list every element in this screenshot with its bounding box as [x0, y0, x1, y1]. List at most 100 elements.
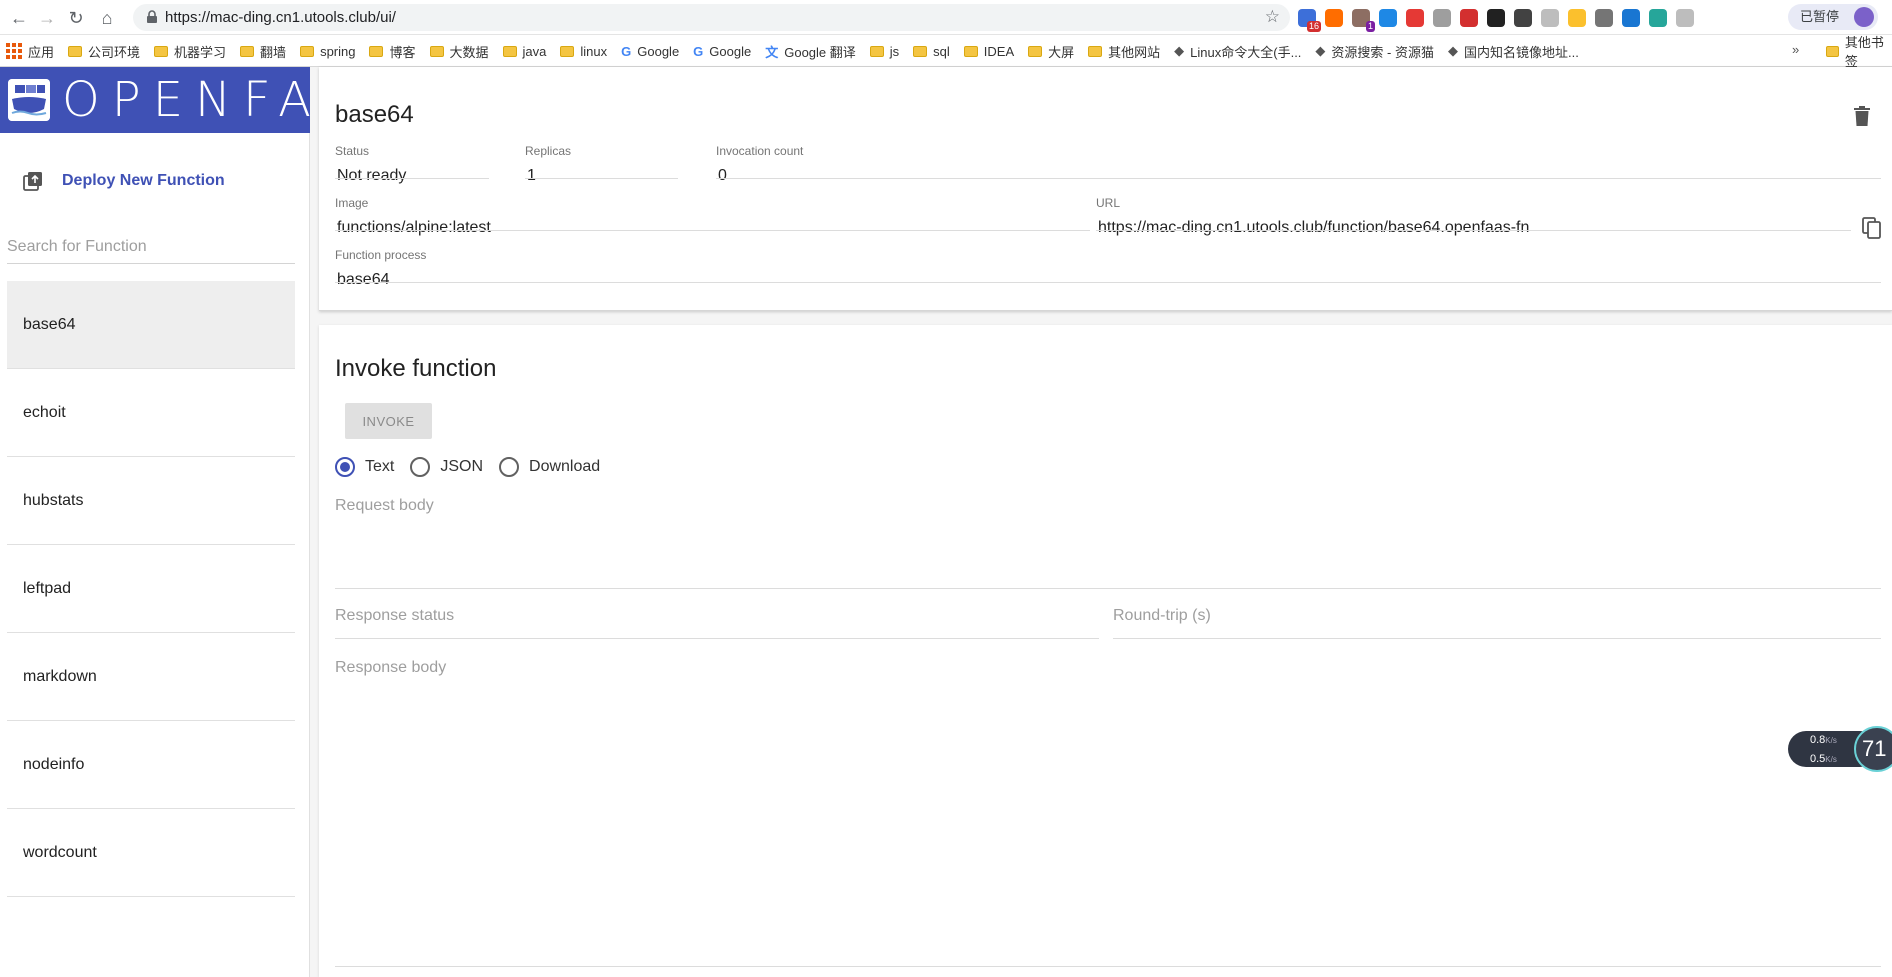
deploy-new-function-button[interactable]: Deploy New Function [22, 163, 225, 199]
bookmarks-overflow-button[interactable]: » [1792, 42, 1799, 57]
bookmark-item[interactable]: G Google [693, 44, 751, 59]
response-body-field: Response body [335, 659, 1881, 967]
bookmark-item[interactable]: 文 Google 翻译 [765, 42, 856, 61]
round-trip-field: Round-trip (s) [1113, 607, 1881, 639]
folder-icon [154, 45, 169, 57]
function-list-item[interactable]: leftpad [7, 545, 295, 633]
address-bar[interactable]: https://mac-ding.cn1.utools.club/ui/ ☆ [133, 4, 1290, 31]
extension-y-icon[interactable] [1568, 9, 1586, 27]
extension-pin-icon[interactable] [1541, 9, 1559, 27]
bookmark-label: 国内知名镜像地址... [1463, 44, 1579, 60]
extension-shield-icon[interactable] [1622, 9, 1640, 27]
extension-dark-icon[interactable] [1487, 9, 1505, 27]
bookmark-item[interactable]: linux [560, 44, 607, 59]
folder-icon [560, 45, 575, 57]
folder-icon [913, 45, 928, 57]
bookmark-star-icon[interactable]: ☆ [1265, 7, 1280, 27]
function-list-item[interactable]: nodeinfo [7, 721, 295, 809]
folder-icon [300, 45, 315, 57]
bookmark-item[interactable]: 大数据 [429, 42, 489, 61]
bookmark-label: js [889, 43, 900, 59]
other-bookmarks-label: 其他书签 [1844, 35, 1884, 69]
bookmark-label: 资源搜索 - 资源猫 [1331, 44, 1434, 60]
upload-unit: K/s [1825, 736, 1837, 745]
function-list-item[interactable]: wordcount [7, 809, 295, 897]
radio-circle-icon[interactable] [335, 457, 355, 477]
function-list-item[interactable]: markdown [7, 633, 295, 721]
extension-glasses-icon[interactable] [1514, 9, 1532, 27]
url-value[interactable]: https://mac-ding.cn1.utools.club/functio… [1098, 219, 1529, 237]
reload-icon[interactable]: ↻ [63, 5, 89, 31]
bookmark-label: spring [320, 43, 356, 59]
bookmark-item[interactable]: java [502, 44, 546, 59]
bookmark-item[interactable]: 大屏 [1028, 42, 1074, 61]
extension-leaf-icon[interactable] [1649, 9, 1667, 27]
bookmark-item[interactable]: G Google [621, 44, 679, 59]
radio-label: Text [365, 458, 395, 475]
copy-url-icon[interactable] [1862, 217, 1882, 239]
extension-eye-icon[interactable] [1433, 9, 1451, 27]
other-bookmarks[interactable]: 其他书签 [1826, 35, 1892, 69]
bookmark-item[interactable]: ◆ 国内知名镜像地址... [1448, 42, 1579, 61]
function-list-item[interactable]: base64 [7, 281, 295, 369]
extension-fe-icon[interactable] [1460, 9, 1478, 27]
bookmark-item[interactable]: 其他网站 [1088, 42, 1160, 61]
deploy-box-icon [23, 172, 42, 191]
home-icon[interactable]: ⌂ [94, 5, 120, 31]
link-icon: ◆ [1447, 43, 1458, 58]
bookmark-item[interactable]: 公司环境 [68, 42, 140, 61]
radio-circle-icon[interactable] [499, 457, 520, 477]
status-label: Status [335, 144, 370, 158]
folder-icon [369, 45, 384, 57]
folder-icon [502, 45, 517, 57]
extension-infinity-icon[interactable] [1325, 9, 1343, 27]
download-speed: 0.5 [1810, 753, 1826, 765]
bookmark-item[interactable]: 翻墙 [240, 42, 286, 61]
back-arrow-icon[interactable]: ← [6, 5, 32, 31]
bookmark-item[interactable]: ◆ 资源搜索 - 资源猫 [1315, 42, 1434, 61]
function-list-item[interactable]: echoit [7, 369, 295, 457]
folder-icon [429, 45, 444, 57]
function-list-item[interactable]: hubstats [7, 457, 295, 545]
url-text[interactable]: https://mac-ding.cn1.utools.club/ui/ [165, 9, 396, 26]
forward-arrow-icon[interactable]: → [34, 5, 60, 31]
bookmark-apps[interactable]: 应用 [28, 42, 54, 61]
response-format-radio-group: Text JSON Download [335, 455, 616, 479]
apps-grid-icon[interactable] [6, 43, 22, 59]
openfaas-app: OPENFAAS Deploy New Function base64echoi… [0, 67, 1892, 977]
bookmarks-bar: 应用 公司环境 机器学习 翻墙 spring 博客 大数据 java linux G Google… [0, 35, 1892, 69]
folder-icon [1028, 45, 1043, 57]
openfaas-logo[interactable]: OPENFAAS [0, 67, 400, 133]
extension-download-icon[interactable] [1595, 9, 1613, 27]
invocation-count-label: Invocation count [716, 144, 804, 158]
delete-trash-icon[interactable] [1854, 106, 1870, 126]
extension-acrobat-icon[interactable] [1406, 9, 1424, 27]
format-radio-text[interactable]: Text [335, 457, 394, 477]
bookmark-list: 应用 公司环境 机器学习 翻墙 spring 博客 大数据 java linux G Google… [28, 35, 1579, 67]
bookmark-label: Google [709, 43, 752, 59]
response-body-placeholder: Response body [335, 659, 447, 676]
search-function-input[interactable] [7, 230, 295, 264]
extension-stats-icon[interactable]: 16 [1298, 9, 1321, 32]
extension-tampermonkey-icon[interactable]: 1 [1352, 9, 1375, 32]
format-radio-download[interactable]: Download [499, 457, 600, 477]
invoke-button[interactable]: INVOKE [345, 403, 432, 439]
bookmark-item[interactable]: js [869, 43, 900, 59]
radio-circle-icon[interactable] [410, 457, 431, 477]
bookmark-item[interactable]: 机器学习 [154, 42, 226, 61]
network-speed-widget[interactable]: 0.8K/s 0.5K/s 71 [1788, 726, 1892, 772]
format-radio-json[interactable]: JSON [410, 457, 483, 477]
image-label: Image [335, 196, 369, 210]
extension-book-icon[interactable] [1676, 9, 1694, 27]
bookmark-item[interactable]: ◆ Linux命令大全(手... [1174, 42, 1301, 61]
profile-paused-button[interactable]: 已暂停 [1788, 4, 1878, 30]
bookmark-label: IDEA [983, 43, 1015, 59]
bookmark-item[interactable]: sql [913, 44, 950, 59]
bookmark-item[interactable]: IDEA [963, 43, 1015, 59]
avatar [1854, 7, 1874, 27]
bookmark-item[interactable]: 博客 [369, 42, 416, 61]
status-value: Not ready [337, 167, 407, 184]
extension-bird-icon[interactable] [1379, 9, 1397, 27]
request-body-input[interactable]: Request body [335, 497, 1881, 589]
bookmark-item[interactable]: spring [300, 44, 355, 59]
